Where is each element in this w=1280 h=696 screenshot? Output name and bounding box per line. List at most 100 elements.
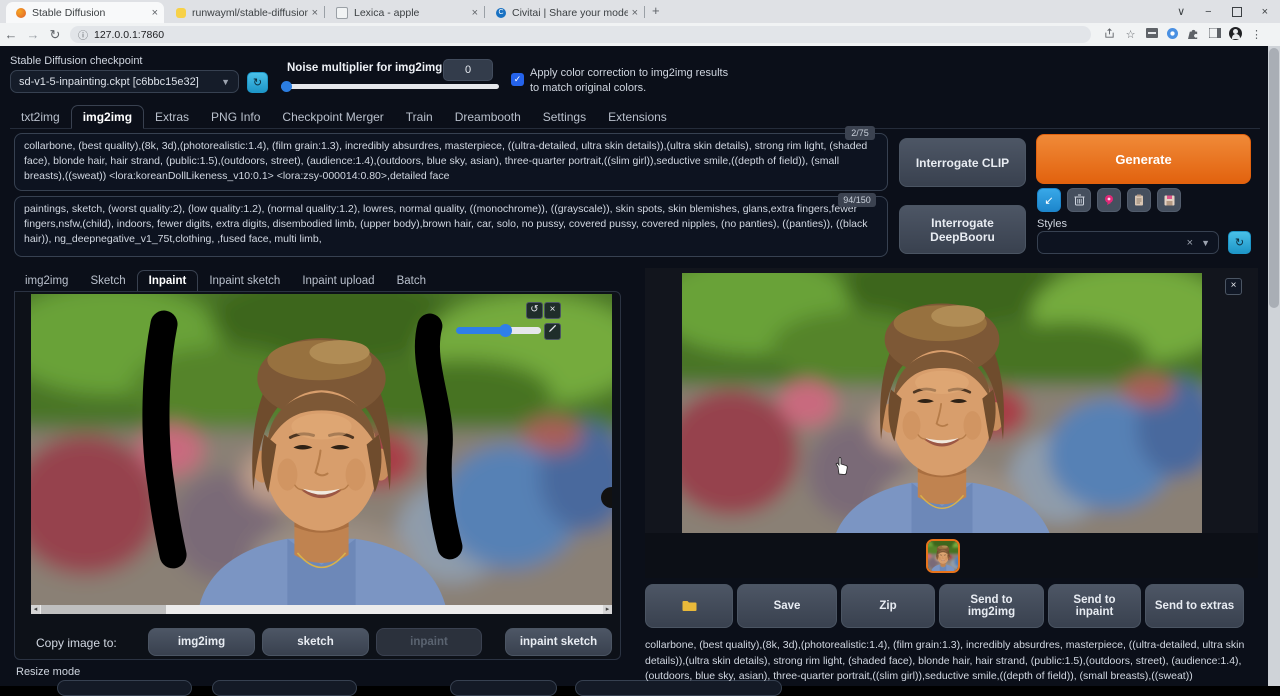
browser-tab-stable-diffusion[interactable]: Stable Diffusion ×: [6, 2, 164, 23]
window-dropdown-icon[interactable]: ∨: [1177, 5, 1185, 18]
inpaint-source-image: [31, 294, 612, 605]
scroll-right-icon[interactable]: ▸: [603, 605, 612, 614]
noise-multiplier-value[interactable]: 0: [443, 59, 493, 81]
paste-generation-params-button[interactable]: ↙: [1037, 188, 1061, 212]
tab-checkpoint-merger[interactable]: Checkpoint Merger: [271, 106, 394, 128]
reload-icon[interactable]: ↻: [44, 27, 66, 43]
puzzle-extensions-icon[interactable]: [1183, 28, 1204, 42]
page-scrollbar-thumb[interactable]: [1269, 48, 1279, 308]
side-panel-icon[interactable]: [1204, 28, 1225, 41]
open-output-folder-button[interactable]: [645, 584, 733, 628]
canvas-h-scrollbar[interactable]: ◂ ▸: [31, 605, 612, 614]
styles-dropdown[interactable]: × ▼: [1037, 231, 1219, 254]
undo-brush-icon[interactable]: ↺: [526, 302, 543, 319]
checkpoint-dropdown[interactable]: sd-v1-5-inpainting.ckpt [c6bbc15e32] ▼: [10, 70, 239, 93]
folder-icon: [682, 600, 697, 612]
tab-dreambooth[interactable]: Dreambooth: [444, 106, 532, 128]
page-scrollbar[interactable]: [1268, 46, 1280, 686]
close-gallery-icon[interactable]: ×: [1225, 278, 1242, 295]
zip-button[interactable]: Zip: [841, 584, 935, 628]
tab-txt2img[interactable]: txt2img: [10, 106, 71, 128]
address-bar[interactable]: ⓘ 127.0.0.1:7860: [70, 26, 1091, 43]
gallery-thumbnail-selected[interactable]: [926, 539, 960, 573]
color-correction-checkbox[interactable]: ✓: [511, 73, 524, 86]
tab-png-info[interactable]: PNG Info: [200, 106, 271, 128]
copy-to-inpaint-sketch-button[interactable]: inpaint sketch: [505, 628, 612, 656]
scroll-left-icon[interactable]: ◂: [31, 605, 40, 614]
window-restore-icon[interactable]: [1232, 7, 1242, 17]
browser-tab-lexica[interactable]: Lexica - apple ×: [326, 2, 484, 23]
stable-diffusion-favicon: [16, 8, 26, 18]
apply-style-button[interactable]: [1127, 188, 1151, 212]
tab-close-icon[interactable]: ×: [152, 7, 158, 19]
inpaint-canvas[interactable]: ↺ ×: [31, 294, 612, 605]
window-close-icon[interactable]: ×: [1262, 6, 1268, 18]
new-tab-button[interactable]: +: [652, 3, 660, 18]
save-button[interactable]: Save: [737, 584, 837, 628]
tab-close-icon[interactable]: ×: [632, 7, 638, 19]
prompt-textarea[interactable]: collarbone, (best quality),(8k, 3d),(pho…: [14, 133, 888, 191]
subtab-batch[interactable]: Batch: [386, 271, 437, 291]
subtab-inpaint-upload[interactable]: Inpaint upload: [291, 271, 385, 291]
copy-to-img2img-button[interactable]: img2img: [148, 628, 255, 656]
back-icon[interactable]: ←: [0, 27, 22, 42]
blue-circle-extension-icon[interactable]: [1162, 28, 1183, 42]
clear-prompt-button[interactable]: [1067, 188, 1091, 212]
save-style-button[interactable]: [1157, 188, 1181, 212]
interrogate-deepbooru-button[interactable]: Interrogate DeepBooru: [899, 205, 1026, 254]
checkpoint-value: sd-v1-5-inpainting.ckpt [c6bbc15e32]: [19, 76, 199, 88]
tab-extensions[interactable]: Extensions: [597, 106, 678, 128]
tab-close-icon[interactable]: ×: [472, 7, 478, 19]
chevron-down-icon: ▼: [221, 77, 230, 87]
civitai-favicon: C: [496, 8, 506, 18]
brush-size-slider[interactable]: [456, 327, 541, 334]
profile-avatar[interactable]: [1225, 27, 1246, 43]
refresh-checkpoint-button[interactable]: ↻: [247, 72, 268, 93]
noise-multiplier-slider[interactable]: [281, 84, 499, 89]
site-info-icon[interactable]: ⓘ: [78, 27, 88, 42]
tab-settings[interactable]: Settings: [532, 106, 597, 128]
resize-option-pill[interactable]: [450, 680, 557, 696]
resize-option-pill[interactable]: [212, 680, 357, 696]
clear-image-icon[interactable]: ×: [544, 302, 561, 319]
result-image[interactable]: [682, 273, 1202, 533]
browser-tab-civitai[interactable]: C Civitai | Share your models ×: [486, 2, 644, 23]
extension-grid-icon[interactable]: [1141, 28, 1162, 41]
tab-close-icon[interactable]: ×: [312, 7, 318, 19]
brush-size-handle[interactable]: [499, 324, 512, 337]
url-text: 127.0.0.1:7860: [94, 29, 164, 41]
browser-tab-runwayml[interactable]: runwayml/stable-diffusion-inpai ×: [166, 2, 324, 23]
lexica-favicon: [336, 7, 348, 19]
tab-extras[interactable]: Extras: [144, 106, 200, 128]
chevron-down-icon: ▼: [1201, 238, 1210, 248]
scrollbar-thumb[interactable]: [41, 605, 166, 614]
subtab-sketch[interactable]: Sketch: [79, 271, 136, 291]
bookmark-star-icon[interactable]: ☆: [1120, 28, 1141, 41]
hand-cursor: [834, 457, 850, 475]
subtab-inpaint-sketch[interactable]: Inpaint sketch: [198, 271, 291, 291]
generate-button[interactable]: Generate: [1036, 134, 1251, 184]
slider-handle[interactable]: [281, 81, 292, 92]
send-to-inpaint-button[interactable]: Send to inpaint: [1048, 584, 1141, 628]
window-minimize-icon[interactable]: −: [1205, 6, 1211, 18]
share-icon[interactable]: [1099, 28, 1120, 42]
trash-icon: [1074, 194, 1085, 206]
styles-label: Styles: [1037, 218, 1067, 230]
send-to-img2img-button[interactable]: Send to img2img: [939, 584, 1044, 628]
checkpoint-label: Stable Diffusion checkpoint: [10, 55, 143, 67]
resize-option-pill[interactable]: [57, 680, 192, 696]
brush-tool-icon[interactable]: [544, 323, 561, 340]
clear-styles-icon[interactable]: ×: [1187, 237, 1193, 249]
copy-to-sketch-button[interactable]: sketch: [262, 628, 369, 656]
tab-img2img[interactable]: img2img: [71, 105, 144, 129]
extra-networks-button[interactable]: [1097, 188, 1121, 212]
interrogate-clip-button[interactable]: Interrogate CLIP: [899, 138, 1026, 187]
negative-prompt-textarea[interactable]: paintings, sketch, (worst quality:2), (l…: [14, 196, 888, 257]
subtab-inpaint[interactable]: Inpaint: [137, 270, 199, 292]
browser-menu-icon[interactable]: ⋮: [1246, 28, 1267, 41]
refresh-styles-button[interactable]: ↻: [1228, 231, 1251, 254]
send-to-extras-button[interactable]: Send to extras: [1145, 584, 1244, 628]
tab-train[interactable]: Train: [395, 106, 444, 128]
forward-icon[interactable]: →: [22, 27, 44, 42]
subtab-img2img[interactable]: img2img: [14, 271, 79, 291]
